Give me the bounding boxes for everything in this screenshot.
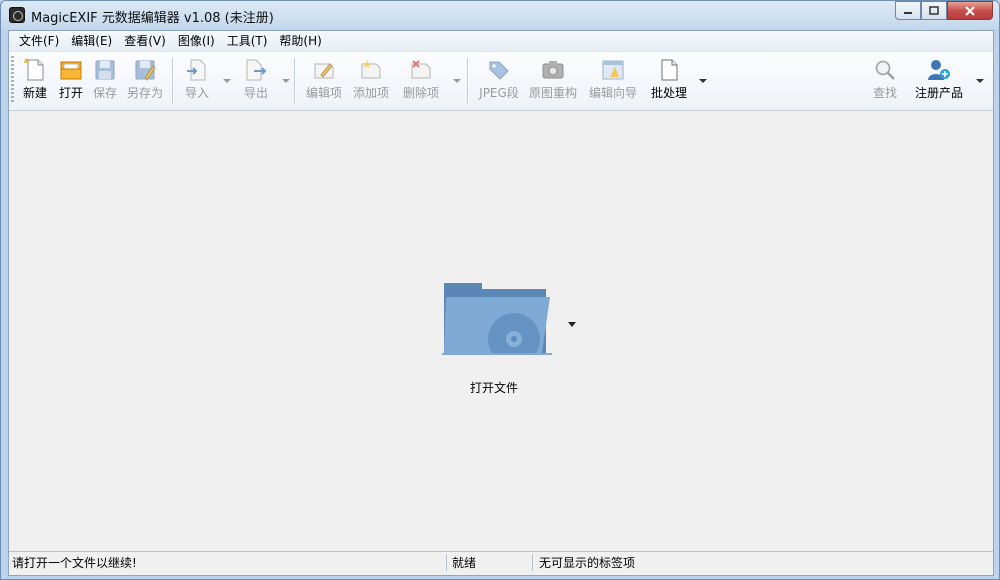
close-button[interactable] (947, 1, 993, 20)
close-icon (965, 5, 975, 16)
add-item-label: 添加项 (352, 86, 389, 100)
delete-item-label: 删除项 (402, 86, 439, 100)
window-controls (895, 1, 993, 20)
maximize-icon (929, 5, 939, 15)
import-icon (187, 59, 206, 81)
minimize-icon (904, 11, 912, 14)
save-icon (95, 60, 115, 80)
import-button[interactable]: 导入 (181, 58, 213, 104)
status-divider (446, 554, 447, 571)
workspace: 打开文件 (9, 111, 993, 551)
edit-wizard-label: 编辑向导 (588, 86, 637, 100)
open-folder-large-icon[interactable] (442, 279, 552, 355)
minimize-button[interactable] (895, 1, 921, 20)
menu-bar: 文件(F) 编辑(E) 查看(V) 图像(I) 工具(T) 帮助(H) (9, 31, 993, 51)
toolbar-grip[interactable] (11, 56, 14, 104)
edit-wizard-button[interactable]: 编辑向导 (587, 58, 639, 104)
search-icon (875, 60, 895, 80)
export-button[interactable]: 导出 (240, 58, 272, 104)
title-bar[interactable]: MagicEXIF 元数据编辑器 v1.08 (未注册) (1, 1, 999, 29)
add-tag-icon (361, 60, 381, 79)
open-button[interactable]: 打开 (55, 58, 87, 104)
camera-icon (542, 61, 564, 79)
user-add-icon (928, 60, 950, 80)
client-area: 文件(F) 编辑(E) 查看(V) 图像(I) 工具(T) 帮助(H) 新建 打… (8, 30, 994, 576)
delete-tag-icon (411, 60, 431, 79)
open-folder-icon (60, 61, 82, 80)
menu-file[interactable]: 文件(F) (13, 31, 65, 51)
rebuild-original-button[interactable]: 原图重构 (527, 58, 579, 104)
open-file-dropdown-arrow[interactable] (568, 322, 576, 327)
status-tags: 无可显示的标签项 (539, 556, 636, 570)
app-window: MagicEXIF 元数据编辑器 v1.08 (未注册) 文件(F) 编辑(E)… (0, 0, 1000, 580)
new-button[interactable]: 新建 (19, 58, 51, 104)
batch-label: 批处理 (650, 86, 687, 100)
export-icon (246, 59, 267, 81)
save-as-icon (135, 60, 156, 81)
import-label: 导入 (184, 86, 209, 100)
menu-tools[interactable]: 工具(T) (221, 31, 274, 51)
menu-image[interactable]: 图像(I) (172, 31, 221, 51)
app-icon[interactable] (9, 7, 25, 23)
batch-dropdown-arrow[interactable] (699, 79, 707, 83)
tag-icon (489, 61, 509, 80)
save-label: 保存 (92, 86, 117, 100)
register-button[interactable]: 注册产品 (913, 58, 965, 104)
open-file-label[interactable]: 打开文件 (429, 379, 559, 396)
status-bar: 请打开一个文件以继续! 就绪 无可显示的标签项 (9, 551, 993, 573)
find-button[interactable]: 查找 (869, 58, 901, 104)
delete-item-button[interactable]: 删除项 (401, 58, 441, 104)
delete-dropdown-arrow[interactable] (453, 79, 461, 83)
jpeg-segment-button[interactable]: JPEG段 (477, 58, 521, 104)
toolbar: 新建 打开 保存 另存为 导入 导出 编辑项 添加项 删除项 JPEG段 原图重… (9, 51, 993, 111)
add-item-button[interactable]: 添加项 (351, 58, 391, 104)
maximize-button[interactable] (921, 1, 947, 20)
export-dropdown-arrow[interactable] (282, 79, 290, 83)
toolbar-separator (172, 58, 174, 104)
export-label: 导出 (243, 86, 268, 100)
toolbar-separator (467, 58, 469, 104)
menu-view[interactable]: 查看(V) (118, 31, 172, 51)
batch-button[interactable]: 批处理 (649, 58, 689, 104)
new-label: 新建 (22, 86, 47, 100)
status-message: 请打开一个文件以继续! (12, 556, 137, 570)
wizard-icon (602, 60, 624, 80)
status-divider (532, 554, 533, 571)
window-title: MagicEXIF 元数据编辑器 v1.08 (未注册) (31, 11, 274, 26)
status-state: 就绪 (452, 556, 477, 570)
new-file-icon (24, 58, 44, 81)
jpeg-segment-label: JPEG段 (479, 86, 519, 100)
batch-pages-icon (661, 59, 678, 81)
open-label: 打开 (58, 86, 83, 100)
save-as-button[interactable]: 另存为 (125, 58, 165, 104)
save-button[interactable]: 保存 (89, 58, 121, 104)
register-dropdown-arrow[interactable] (976, 79, 984, 83)
menu-edit[interactable]: 编辑(E) (65, 31, 118, 51)
edit-tag-icon (314, 63, 334, 79)
find-label: 查找 (872, 86, 897, 100)
edit-item-button[interactable]: 编辑项 (304, 58, 344, 104)
register-label: 注册产品 (914, 86, 963, 100)
save-as-label: 另存为 (126, 86, 163, 100)
rebuild-original-label: 原图重构 (528, 86, 577, 100)
toolbar-separator (294, 58, 296, 104)
menu-help[interactable]: 帮助(H) (273, 31, 327, 51)
import-dropdown-arrow[interactable] (223, 79, 231, 83)
edit-item-label: 编辑项 (305, 86, 342, 100)
